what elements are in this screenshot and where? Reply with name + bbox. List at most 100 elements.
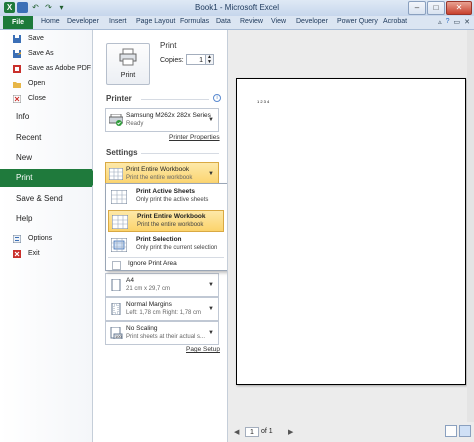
close-button[interactable]: ✕: [446, 1, 472, 15]
menu-item-title: Print Active Sheets: [136, 188, 196, 195]
preview-page-content: 1 2 3 4: [257, 99, 270, 104]
tab-data[interactable]: Data: [216, 18, 231, 25]
margins-dropdown[interactable]: Normal Margins Left: 1,78 cm Right: 1,78…: [105, 297, 219, 321]
tab-insert[interactable]: Insert: [109, 18, 127, 25]
scaling-dropdown[interactable]: 100 No Scaling Print sheets at their act…: [105, 321, 219, 345]
save-item[interactable]: Save: [0, 32, 92, 46]
menu-item-title: Print Selection: [136, 236, 182, 243]
save-as-icon: [13, 50, 21, 58]
tab-home[interactable]: Home: [41, 18, 60, 25]
menu-item-print-active-sheets[interactable]: Print Active Sheets Only print the activ…: [108, 186, 224, 208]
active-sheets-icon: [111, 190, 127, 204]
tab-page-layout[interactable]: Page Layout: [136, 18, 175, 25]
printer-icon: [119, 48, 137, 66]
print-button[interactable]: Print: [106, 43, 150, 85]
exit-item[interactable]: Exit: [0, 247, 92, 261]
scaling-icon: 100: [110, 327, 123, 339]
zoom-to-page-icon[interactable]: [459, 425, 471, 437]
settings-heading: Settings: [106, 148, 138, 157]
printer-dropdown[interactable]: Samsung M262x 282x Series Ready ▼: [105, 108, 219, 132]
open-label: Open: [28, 80, 46, 87]
close-workbook-icon[interactable]: ✕: [464, 18, 470, 26]
tab-developer[interactable]: Developer: [67, 18, 99, 25]
open-item[interactable]: Open: [0, 77, 92, 91]
print-scope-title: Print Entire Workbook: [126, 166, 190, 173]
menu-item-subtitle: Only print the active sheets: [136, 197, 209, 203]
page-setup-link[interactable]: Page Setup: [186, 346, 220, 353]
checkbox-icon[interactable]: [112, 261, 121, 270]
current-page-input[interactable]: 1: [245, 427, 259, 437]
options-item[interactable]: Options: [0, 232, 92, 246]
copies-label: Copies:: [160, 57, 184, 64]
printer-divider: [141, 99, 209, 100]
ribbon-tabs: File Home Developer Insert Page Layout F…: [0, 16, 474, 30]
chevron-down-icon: ▼: [208, 171, 214, 177]
show-margins-icon[interactable]: [445, 425, 457, 437]
restore-icon[interactable]: ▭: [454, 18, 461, 26]
save-label: Save: [28, 35, 44, 42]
tab-acrobat[interactable]: Acrobat: [383, 18, 407, 25]
preview-scrollbar[interactable]: [467, 30, 474, 422]
save-icon: [13, 35, 21, 43]
save-as-pdf-label: Save as Adobe PDF: [28, 65, 92, 72]
scaling-title: No Scaling: [126, 325, 158, 332]
copies-spinner[interactable]: ▲ ▼: [206, 54, 214, 65]
options-icon: [13, 235, 21, 243]
recent-item[interactable]: Recent: [16, 133, 41, 142]
chevron-down-icon: ▼: [208, 306, 214, 312]
help-item[interactable]: Help: [16, 214, 32, 223]
exit-icon: [13, 250, 21, 258]
previous-page-icon[interactable]: ◀: [234, 428, 239, 436]
print-item[interactable]: Print: [0, 169, 100, 187]
title-bar: X ↶ ↷ ▾ Book1 - Microsoft Excel – □ ✕: [0, 0, 474, 17]
menu-item-print-entire-workbook[interactable]: Print Entire Workbook Print the entire w…: [108, 210, 224, 232]
close-item[interactable]: Close: [0, 92, 92, 106]
save-as-pdf-item[interactable]: Save as Adobe PDF: [0, 62, 92, 76]
margins-icon: [111, 303, 121, 315]
margins-title: Normal Margins: [126, 301, 172, 308]
minimize-ribbon-icon[interactable]: ▵: [438, 18, 442, 26]
svg-text:100: 100: [115, 334, 122, 339]
tab-power-query[interactable]: Power Query: [337, 18, 378, 25]
print-scope-subtitle: Print the entire workbook: [126, 175, 193, 181]
minimize-button[interactable]: –: [408, 1, 426, 15]
menu-item-print-selection[interactable]: Print Selection Only print the current s…: [108, 234, 224, 256]
printer-status: Ready: [126, 121, 144, 127]
tab-formulas[interactable]: Formulas: [180, 18, 209, 25]
close-label: Close: [28, 95, 46, 102]
print-heading: Print: [160, 41, 177, 50]
menu-item-title: Print Entire Workbook: [137, 213, 206, 220]
printer-properties-link[interactable]: Printer Properties: [169, 134, 220, 141]
save-as-item[interactable]: Save As: [0, 47, 92, 61]
margins-subtitle: Left: 1,78 cm Right: 1,78 cm: [126, 310, 202, 316]
tab-developer-2[interactable]: Developer: [296, 18, 328, 25]
tab-view[interactable]: View: [271, 18, 286, 25]
menu-item-subtitle: Print the entire workbook: [137, 222, 204, 228]
tab-file[interactable]: File: [3, 16, 33, 29]
copies-input[interactable]: 1: [186, 54, 206, 65]
backstage-nav: Save Save As Save as Adobe PDF Open Clos…: [0, 30, 100, 442]
ignore-print-area-option[interactable]: Ignore Print Area: [128, 260, 177, 267]
preview-page: 1 2 3 4: [236, 78, 466, 385]
paper-size-subtitle: 21 cm x 29,7 cm: [126, 286, 171, 292]
tab-review[interactable]: Review: [240, 18, 263, 25]
print-label: Print: [16, 173, 33, 182]
info-icon[interactable]: i: [213, 94, 221, 102]
save-send-item[interactable]: Save & Send: [16, 194, 63, 203]
save-as-label: Save As: [28, 50, 54, 57]
exit-label: Exit: [28, 250, 40, 257]
maximize-button[interactable]: □: [427, 1, 445, 15]
paper-icon: [111, 279, 121, 291]
info-item[interactable]: Info: [16, 112, 29, 121]
paper-size-dropdown[interactable]: A4 21 cm x 29,7 cm ▼: [105, 273, 219, 297]
printer-heading: Printer: [106, 94, 132, 103]
page-count-label: of 1: [261, 428, 273, 435]
new-item[interactable]: New: [16, 153, 32, 162]
workbook-icon: [112, 215, 128, 229]
folder-open-icon: [13, 82, 21, 88]
workbook-icon: [109, 168, 123, 180]
next-page-icon[interactable]: ▶: [288, 428, 293, 436]
settings-divider: [141, 153, 219, 154]
window-title: Book1 - Microsoft Excel: [194, 3, 280, 12]
help-icon[interactable]: ?: [446, 18, 450, 26]
